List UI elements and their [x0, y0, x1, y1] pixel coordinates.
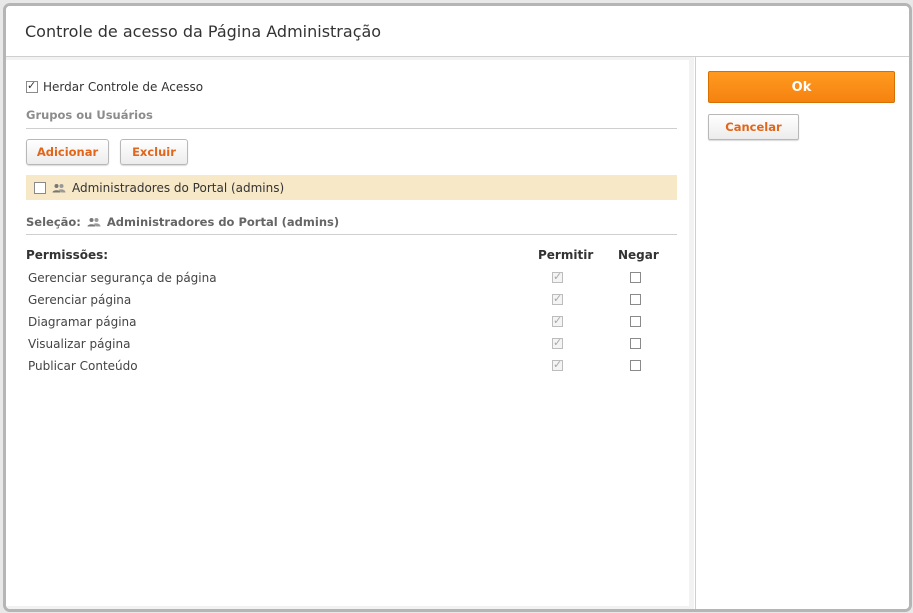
selection-label: Seleção: [26, 215, 81, 229]
allow-column-header: Permitir [538, 248, 594, 262]
groups-divider [26, 128, 677, 129]
permission-row-label: Visualizar página [28, 337, 131, 351]
inherit-label: Herdar Controle de Acesso [43, 80, 204, 94]
deny-checkbox[interactable] [630, 294, 641, 305]
left-panel: Herdar Controle de Acesso Grupos ou Usuá… [6, 57, 694, 609]
delete-button[interactable]: Excluir [120, 139, 188, 165]
allow-checkbox [552, 358, 563, 372]
deny-column-header: Negar [618, 248, 659, 262]
inherit-access-control[interactable]: Herdar Controle de Acesso [26, 79, 204, 94]
selection-summary: Seleção: Administradores do Portal (admi… [26, 215, 339, 229]
selection-value: Administradores do Portal (admins) [106, 215, 340, 229]
deny-checkbox[interactable] [630, 360, 641, 371]
groups-section-title: Grupos ou Usuários [26, 108, 153, 122]
dialog-header: Controle de acesso da Página Administraç… [6, 6, 909, 57]
permissions-header: Permissões: [26, 248, 109, 262]
group-item-label: Administradores do Portal (admins) [72, 180, 285, 195]
selection-divider [26, 234, 677, 235]
permission-row-label: Gerenciar página [28, 293, 132, 307]
users-icon [87, 217, 101, 227]
add-button[interactable]: Adicionar [26, 139, 109, 165]
deny-checkbox[interactable] [630, 272, 641, 283]
group-list-item[interactable]: Administradores do Portal (admins) [26, 175, 677, 200]
cancel-button[interactable]: Cancelar [708, 114, 799, 140]
allow-checkbox [552, 314, 563, 328]
ok-button[interactable]: Ok [708, 71, 895, 103]
allow-checkbox [552, 292, 563, 306]
users-icon [52, 183, 66, 193]
deny-checkbox[interactable] [630, 316, 641, 327]
allow-checkbox [552, 270, 563, 284]
left-panel-content: Herdar Controle de Acesso Grupos ou Usuá… [6, 60, 689, 606]
inherit-checkbox[interactable] [26, 79, 38, 93]
deny-checkbox[interactable] [630, 338, 641, 349]
permission-row-label: Publicar Conteúdo [28, 359, 138, 373]
actions-panel: Ok Cancelar [695, 57, 909, 609]
allow-checkbox [552, 336, 563, 350]
dialog-title: Controle de acesso da Página Administraç… [25, 21, 382, 41]
permission-row-label: Gerenciar segurança de página [28, 271, 217, 285]
group-item-checkbox[interactable] [34, 181, 46, 194]
permission-row-label: Diagramar página [28, 315, 137, 329]
access-control-dialog: Controle de acesso da Página Administraç… [3, 3, 912, 612]
